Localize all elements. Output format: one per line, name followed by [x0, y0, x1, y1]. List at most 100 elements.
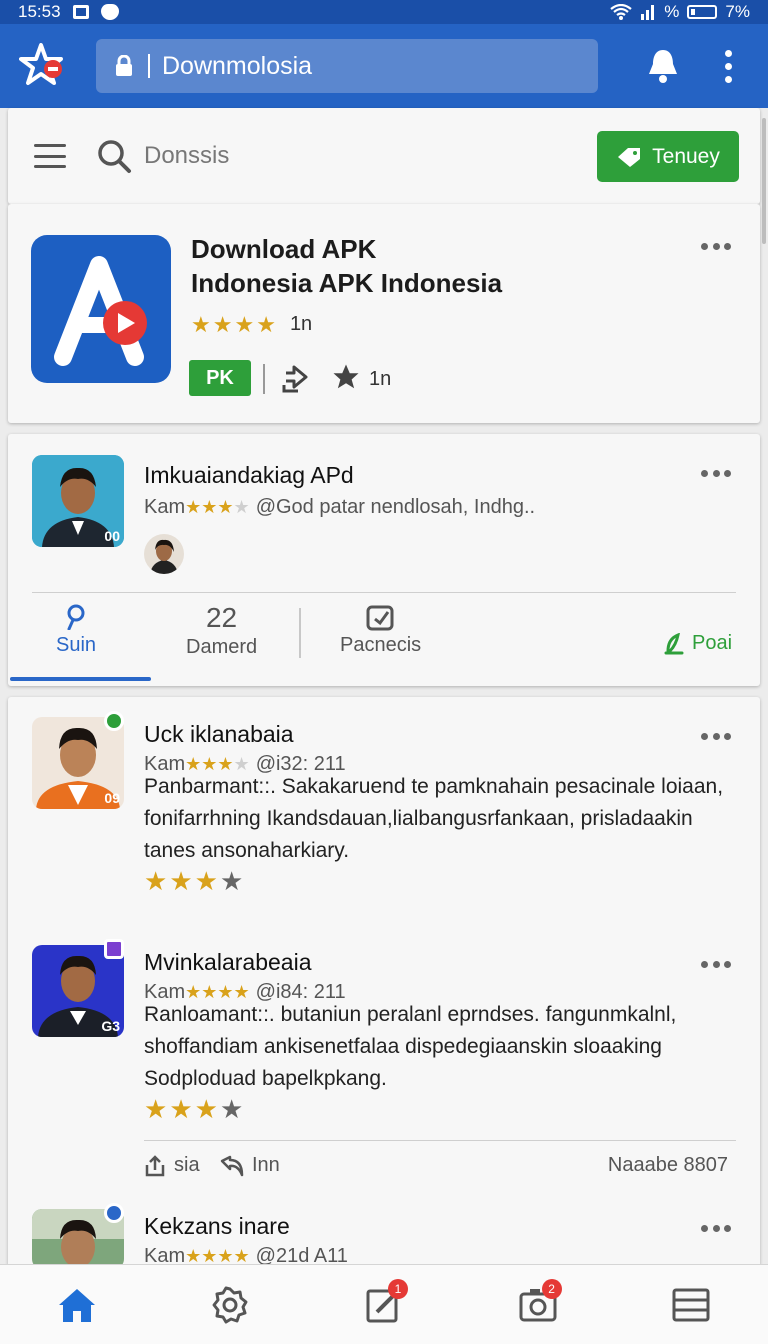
review-body: Panbarmant::. Sakakaruend te pamknahain … — [144, 775, 724, 862]
star-icon: ★ — [144, 866, 168, 896]
tab-label: Pacnecis — [340, 634, 422, 656]
signal-text: % — [664, 2, 680, 21]
star-icon: ★ — [256, 311, 276, 337]
review-meta: Kam ★★★ ★ @God patar nendlosah, Indhg.. — [144, 496, 535, 519]
star-icon: ★ — [169, 866, 193, 896]
divider — [144, 1140, 736, 1141]
review-more-icon[interactable] — [701, 731, 731, 741]
tab-poai[interactable]: Poai — [664, 632, 732, 655]
share-icon — [145, 1154, 165, 1176]
tab-pacnecis[interactable]: Pacnecis — [340, 604, 421, 657]
star-icon: ★★★ — [185, 497, 234, 517]
comment-action[interactable]: Inn — [220, 1154, 280, 1177]
review-card: 00 Imkuaiandakiag APd Kam ★★★ ★ @God pata… — [8, 434, 760, 686]
settings-icon — [212, 1286, 248, 1323]
reviewer-name: Uck iklanabaia — [144, 721, 294, 747]
comment-label: Inn — [252, 1154, 280, 1176]
star-icon: ★ — [233, 497, 250, 517]
star-icon[interactable] — [331, 362, 361, 392]
url-text: Downmolosia — [162, 51, 313, 80]
tab-number: 22 — [205, 602, 238, 633]
review-rating: ★ ★ ★ ★ — [144, 1096, 243, 1122]
avatar-label: 00 — [104, 528, 120, 544]
review-rating: ★ ★ ★ ★ — [144, 868, 243, 894]
app-logo-icon[interactable] — [18, 41, 68, 91]
app-title-line-2: Indonesia APK Indonesia — [191, 268, 503, 298]
status-time: 15:53 — [18, 2, 61, 21]
avatar-label: 09 — [104, 790, 120, 806]
tab-divider — [32, 592, 736, 593]
nav-list[interactable] — [661, 1275, 721, 1335]
notification-icon — [72, 5, 89, 19]
notification-badge: 2 — [541, 1278, 562, 1299]
star-icon: ★ — [194, 866, 218, 896]
star-icon: ★ — [219, 1094, 244, 1124]
wifi-icon — [610, 4, 632, 20]
reply-icon — [220, 1155, 244, 1176]
menu-icon[interactable] — [34, 144, 66, 168]
nav-compose[interactable]: 1 — [354, 1275, 414, 1335]
app-title-line-1: Download APK — [191, 234, 377, 264]
favorite-count: 1n — [369, 368, 392, 390]
search-icon[interactable] — [96, 138, 132, 174]
tab-suin[interactable]: Suin — [56, 604, 96, 657]
helpful-count: Naaabe 8807 — [607, 1154, 728, 1176]
reviewer-avatar[interactable]: 00 — [32, 455, 124, 547]
home-icon — [58, 1288, 95, 1322]
nav-settings[interactable] — [200, 1275, 260, 1335]
battery-icon — [687, 5, 718, 19]
star-icon: ★ — [234, 311, 255, 337]
active-tab-indicator — [10, 677, 151, 681]
small-avatar[interactable] — [144, 534, 184, 574]
star-icon: ★ — [212, 311, 233, 337]
tab-label: Suin — [56, 634, 97, 656]
pk-badge[interactable]: PK — [189, 360, 251, 396]
star-icon: ★ — [144, 1094, 168, 1124]
avatar-label: G3 — [101, 1018, 120, 1034]
leaf-icon — [664, 632, 684, 654]
url-bar[interactable]: Downmolosia — [96, 39, 598, 93]
lock-icon — [114, 54, 134, 77]
scrollbar[interactable] — [762, 118, 766, 244]
status-bar: 15:53 % 7% — [0, 0, 768, 24]
reviews-list-card: 09 Uck iklanabaia Kam ★★★ ★ @i32: 211 Pan… — [8, 697, 760, 1269]
header-action-label: Tenuey — [652, 144, 720, 168]
share-icon[interactable] — [280, 363, 312, 395]
app-bar: Downmolosia — [0, 24, 768, 108]
bell-icon[interactable] — [640, 43, 686, 89]
app-title: Download APK Indonesia APK Indonesia — [191, 232, 661, 300]
tab-damerd[interactable]: 22 Damerd — [186, 602, 257, 659]
review-more-icon[interactable] — [701, 959, 731, 969]
tab-label: Damerd — [186, 636, 258, 658]
header-action-button[interactable]: Tenuey — [597, 131, 739, 182]
shield-icon — [100, 4, 119, 20]
divider — [263, 364, 265, 394]
notification-badge: 1 — [387, 1278, 408, 1299]
review-more-icon[interactable] — [701, 1223, 731, 1233]
review-body: Ranloamant::. butaniun peralanl eprndses… — [144, 1003, 677, 1090]
bottom-navigation: 1 2 — [0, 1264, 768, 1344]
nav-home[interactable] — [47, 1275, 107, 1335]
badge-icon — [104, 939, 124, 959]
reviewer-name: Imkuaiandakiag APd — [144, 462, 354, 488]
nav-camera[interactable]: 2 — [508, 1275, 568, 1335]
star-icon: ★ — [169, 1094, 193, 1124]
app-more-icon[interactable] — [701, 241, 731, 251]
text-cursor — [148, 54, 150, 78]
search-card: Donssis Tenuey — [8, 108, 760, 204]
battery-level: 7% — [725, 2, 750, 21]
list-icon — [672, 1288, 710, 1321]
tab-label: Poai — [692, 632, 733, 654]
signal-icon — [641, 5, 655, 20]
overflow-menu-icon[interactable] — [716, 43, 740, 89]
search-input[interactable]: Donssis — [144, 142, 229, 170]
app-rating: ★ ★ ★ ★ 1n — [191, 313, 312, 336]
review-more-icon[interactable] — [701, 468, 731, 478]
star-icon: ★ — [219, 866, 244, 896]
reviewer-avatar[interactable]: 09 — [32, 717, 124, 809]
online-status-icon — [104, 711, 124, 731]
app-icon[interactable] — [31, 235, 171, 383]
star-icon: ★ — [191, 311, 211, 337]
app-rating-count: 1n — [289, 313, 313, 335]
share-action[interactable]: sia — [144, 1154, 200, 1177]
